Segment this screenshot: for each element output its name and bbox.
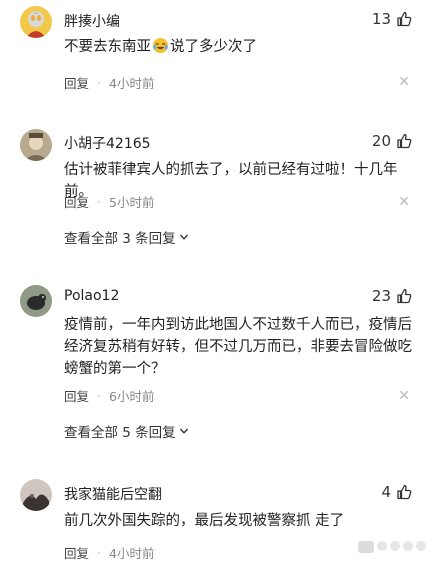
like-button[interactable]: 20 [372,132,412,150]
comment-text: 疫情前，一年内到访此地国人不过数千人而已，疫情后经济复苏稍有好转，但不过几万而已… [64,317,412,377]
username[interactable]: 我家猫能后空翻 [64,484,162,504]
watermark [358,541,426,553]
dot-separator: · [97,194,101,209]
avatar[interactable] [20,479,52,511]
view-all-replies-label: 查看全部 5 条回复 [64,425,176,441]
username[interactable]: 小胡子42165 [64,133,151,153]
avatar[interactable] [20,129,52,161]
timestamp: 4小时前 [109,546,155,561]
like-count: 13 [371,10,391,28]
close-icon[interactable]: ✕ [398,75,410,89]
comment-meta: 回复 · 4小时前 [64,543,154,562]
timestamp: 5小时前 [109,195,155,210]
thumbs-up-icon[interactable] [396,11,412,27]
comment-meta: 回复 · 4小时前 [64,73,154,92]
reply-button[interactable]: 回复 [64,386,89,405]
comment-meta: 回复 · 5小时前 [64,192,154,211]
avatar[interactable] [20,285,52,317]
view-all-replies-label: 查看全部 3 条回复 [64,231,176,247]
like-count: 4 [381,483,391,501]
like-button[interactable]: 23 [372,287,412,305]
comment-text: 不要去东南亚 说了多少次了 [64,36,416,61]
dot-separator: · [97,545,101,560]
close-icon[interactable]: ✕ [398,195,410,209]
timestamp: 6小时前 [109,389,155,404]
view-all-replies-button[interactable]: 查看全部 3 条回复 [64,227,189,247]
username[interactable]: Polao12 [64,288,119,304]
thumbs-up-icon[interactable] [396,133,412,149]
like-button[interactable]: 13 [372,10,412,28]
timestamp: 4小时前 [109,76,155,91]
thumbs-up-icon[interactable] [396,484,412,500]
dot-separator: · [97,75,101,90]
chevron-down-icon [179,426,189,436]
reply-button[interactable]: 回复 [64,73,89,92]
chevron-down-icon [179,232,189,242]
dot-separator: · [97,388,101,403]
username[interactable]: 胖揍小编 [64,11,120,31]
comment-text: 前几次外国失踪的，最后发现被警察抓 走了 [64,513,345,529]
reply-button[interactable]: 回复 [64,543,89,562]
close-icon[interactable]: ✕ [398,389,410,403]
like-count: 23 [371,287,391,305]
comment-meta: 回复 · 6小时前 [64,386,154,405]
crying-laughing-emoji-icon [152,37,169,61]
avatar[interactable] [20,6,52,38]
view-all-replies-button[interactable]: 查看全部 5 条回复 [64,421,189,441]
reply-button[interactable]: 回复 [64,192,89,211]
like-button[interactable]: 4 [381,483,412,501]
like-count: 20 [371,132,391,150]
thumbs-up-icon[interactable] [396,288,412,304]
comment-feed: 胖揍小编 13 不要去东南亚说了多少次了 回复 · 4小时前 ✕ 小胡子421 [0,0,438,563]
